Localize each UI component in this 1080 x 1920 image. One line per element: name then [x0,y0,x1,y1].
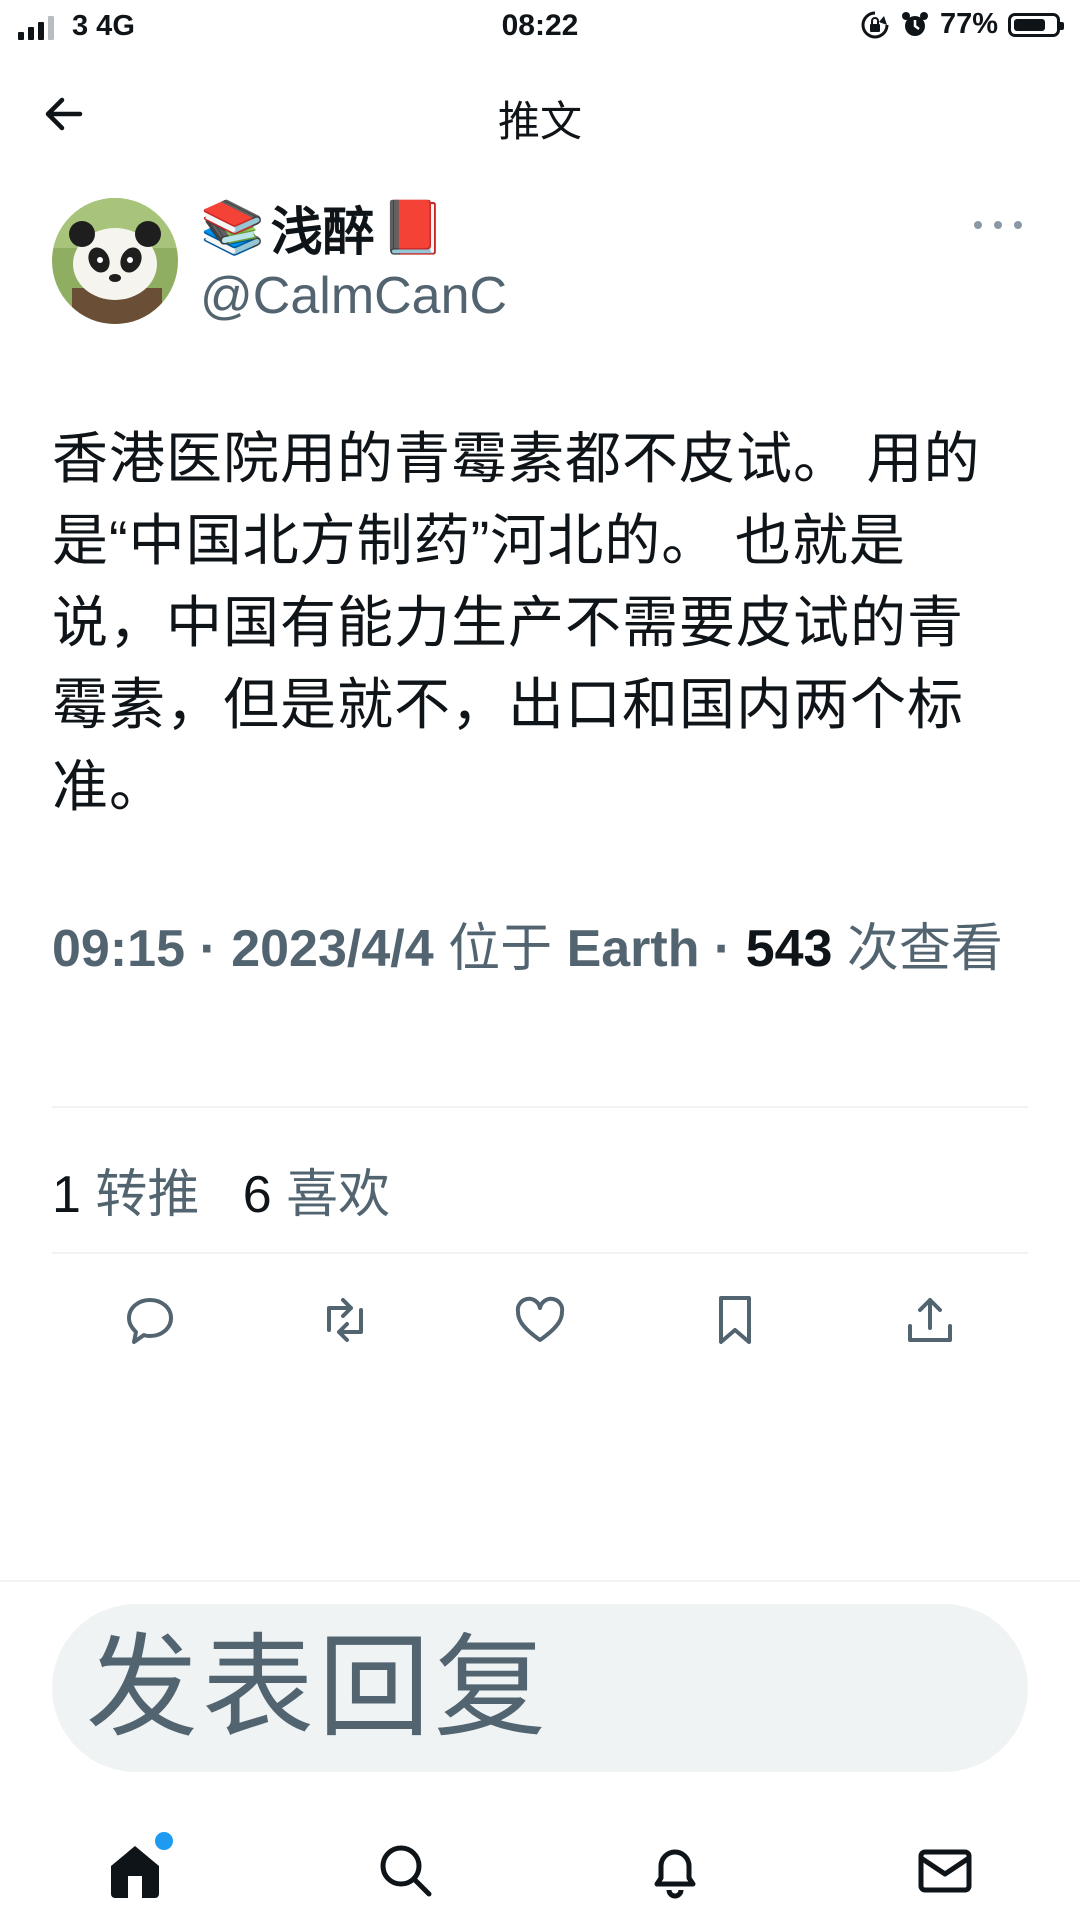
like-stat[interactable]: 6 喜欢 [243,1166,390,1224]
tweet-location: Earth [566,920,700,978]
red-book-emoji: 📕 [380,199,446,257]
reply-bar-divider [0,1580,1080,1582]
tab-messages[interactable] [913,1838,977,1902]
panda-avatar-image [52,198,178,324]
author-display-name[interactable]: 📚 浅醉 📕 [200,190,446,265]
status-bar: 3 4G 08:22 77% [0,0,1080,54]
notifications-icon [654,1849,696,1899]
battery-percentage: 77% [939,8,998,40]
engagement-stats: 1 转推 6 喜欢 [52,1152,390,1227]
battery-icon [1008,12,1064,37]
more-options-icon[interactable] [968,210,1028,240]
meta-separator: · [185,920,232,978]
battery-fill [1014,18,1045,31]
notification-dot [155,1832,173,1850]
views-label: 次查看 [846,920,1003,978]
retweet-count: 1 [52,1166,81,1224]
search-icon [380,1845,432,1897]
tweet-time: 09:15 [52,920,185,978]
reply-input[interactable]: 发表回复 [52,1604,1028,1772]
like-label: 喜欢 [286,1166,391,1224]
bookmark-icon[interactable] [705,1290,765,1350]
divider [52,1106,1028,1108]
alarm-icon [901,11,928,36]
like-icon[interactable] [510,1290,570,1350]
author-name-text: 浅醉 [270,204,375,262]
tab-search[interactable] [373,1838,437,1902]
tweet-date: 2023/4/4 [231,920,434,978]
avatar[interactable] [52,198,178,324]
meta-separator-2: · [699,920,746,978]
tweet-actions [52,1290,1028,1350]
top-header: 推文 [0,60,1080,160]
retweet-label: 转推 [95,1166,200,1224]
view-count: 543 [745,920,833,978]
bottom-tab-bar [0,1820,1080,1920]
page-title: 推文 [497,98,582,145]
divider [52,1252,1028,1254]
share-icon[interactable] [900,1290,960,1350]
reply-icon[interactable] [120,1290,180,1350]
retweet-icon[interactable] [315,1290,375,1350]
location-prefix: 位于 [448,920,553,978]
books-emoji: 📚 [200,199,265,257]
rotation-lock-icon [861,11,889,38]
tweet-text: 香港医院用的青霉素都不皮试。 用的是“中国北方制药”河北的。 也就是说，中国有能… [52,427,981,818]
messages-icon [918,1849,972,1893]
tab-home[interactable] [103,1832,173,1902]
tweet-meta: 09:15 · 2023/4/4 位于 Earth · 543 次查看 [52,908,1012,990]
like-count: 6 [242,1166,272,1224]
reply-placeholder: 发表回复 [86,1625,550,1750]
tab-notifications[interactable] [643,1838,707,1902]
author-handle[interactable]: @CalmCanC [200,266,507,326]
retweet-stat[interactable]: 1 转推 [52,1166,199,1224]
